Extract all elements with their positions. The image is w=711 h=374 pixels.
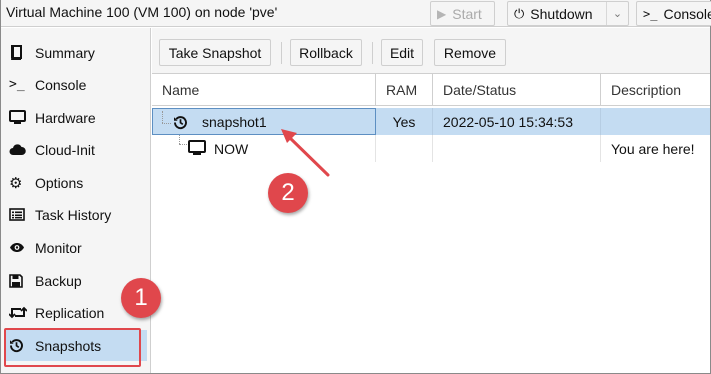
ram-cell: Yes bbox=[376, 108, 433, 135]
grid-header: Name RAM Date/Status Description bbox=[152, 74, 710, 106]
eye-icon bbox=[9, 242, 29, 253]
shutdown-button-label: Shutdown bbox=[530, 5, 593, 22]
console-button[interactable]: >_ Console bbox=[636, 1, 711, 26]
sidebar-item-cloud-init[interactable]: Cloud-Init bbox=[4, 134, 147, 165]
date-status-cell: 2022-05-10 15:34:53 bbox=[433, 108, 601, 135]
column-header-ram[interactable]: RAM bbox=[376, 74, 433, 106]
sidebar-item-label: Cloud-Init bbox=[35, 141, 95, 158]
sidebar-item-label: Hardware bbox=[35, 109, 96, 126]
tree-connector bbox=[162, 111, 163, 123]
power-icon: ⏻ bbox=[514, 5, 525, 21]
start-button-label: Start bbox=[452, 5, 482, 22]
table-row[interactable]: snapshot1 Yes 2022-05-10 15:34:53 bbox=[152, 108, 710, 135]
tree-connector bbox=[179, 135, 180, 144]
description-cell: You are here! bbox=[611, 140, 695, 157]
monitor-icon bbox=[188, 140, 206, 159]
start-button[interactable]: ▶ Start bbox=[430, 1, 495, 26]
sidebar-item-console[interactable]: >_ Console bbox=[4, 69, 147, 100]
vm-sidebar: Summary >_ Console Hardware Cloud-Init ⚙… bbox=[1, 28, 151, 373]
snapshot-name-cell[interactable]: snapshot1 bbox=[152, 108, 376, 135]
play-icon: ▶ bbox=[437, 6, 447, 21]
vm-title-bar: Virtual Machine 100 (VM 100) on node 'pv… bbox=[1, 0, 711, 27]
sidebar-item-label: Console bbox=[35, 76, 87, 93]
tree-connector bbox=[179, 144, 187, 145]
edit-button[interactable]: Edit bbox=[381, 39, 423, 66]
snapshot-name: snapshot1 bbox=[202, 113, 267, 130]
toolbar-divider bbox=[281, 42, 282, 64]
list-icon bbox=[9, 208, 29, 221]
monitor-icon bbox=[9, 110, 29, 125]
ram-cell bbox=[376, 135, 433, 162]
sidebar-item-label: Backup bbox=[35, 272, 82, 289]
column-header-name[interactable]: Name bbox=[152, 74, 376, 106]
column-header-date-status[interactable]: Date/Status bbox=[433, 74, 601, 106]
sidebar-item-label: Summary bbox=[35, 44, 95, 61]
snapshot-name-cell[interactable]: NOW bbox=[152, 135, 376, 162]
step-1-badge: 1 bbox=[121, 278, 161, 318]
retweet-icon bbox=[9, 306, 29, 319]
sidebar-item-label: Replication bbox=[35, 304, 105, 321]
console-button-label: Console bbox=[663, 5, 711, 22]
tree-connector bbox=[162, 123, 171, 124]
chevron-down-icon[interactable]: ⌄ bbox=[606, 2, 628, 25]
sidebar-item-options[interactable]: ⚙ Options bbox=[4, 167, 147, 198]
table-row[interactable]: NOW You are here! bbox=[152, 135, 710, 162]
sidebar-item-hardware[interactable]: Hardware bbox=[4, 102, 147, 133]
snapshots-highlight-box bbox=[4, 328, 141, 367]
sidebar-item-monitor[interactable]: Monitor bbox=[4, 232, 147, 263]
sidebar-item-label: Options bbox=[35, 174, 84, 191]
sidebar-item-summary[interactable]: Summary bbox=[4, 37, 147, 68]
take-snapshot-button[interactable]: Take Snapshot bbox=[159, 39, 271, 66]
remove-button[interactable]: Remove bbox=[434, 39, 506, 66]
vm-title: Virtual Machine 100 (VM 100) on node 'pv… bbox=[6, 4, 278, 20]
step-2-badge: 2 bbox=[268, 173, 308, 213]
cloud-icon bbox=[9, 143, 29, 156]
terminal-icon: >_ bbox=[9, 77, 25, 92]
snapshot-name: NOW bbox=[214, 140, 249, 157]
column-header-description[interactable]: Description bbox=[601, 74, 710, 106]
toolbar-divider bbox=[372, 42, 373, 64]
snapshot-toolbar: Take Snapshot Rollback Edit Remove bbox=[152, 28, 710, 74]
date-status-cell bbox=[433, 135, 601, 162]
shutdown-button[interactable]: ⏻ Shutdown ⌄ bbox=[507, 1, 629, 26]
rollback-button[interactable]: Rollback bbox=[290, 39, 362, 66]
snapshot-grid: Name RAM Date/Status Description snapsho… bbox=[152, 74, 710, 373]
terminal-icon: >_ bbox=[643, 6, 658, 21]
history-icon bbox=[173, 115, 188, 133]
sidebar-item-task-history[interactable]: Task History bbox=[4, 199, 147, 230]
description-cell bbox=[601, 108, 710, 135]
book-icon bbox=[9, 45, 29, 60]
sidebar-item-label: Task History bbox=[35, 206, 112, 223]
gear-icon: ⚙ bbox=[9, 174, 23, 192]
floppy-icon bbox=[9, 273, 29, 288]
sidebar-item-label: Monitor bbox=[35, 239, 82, 256]
